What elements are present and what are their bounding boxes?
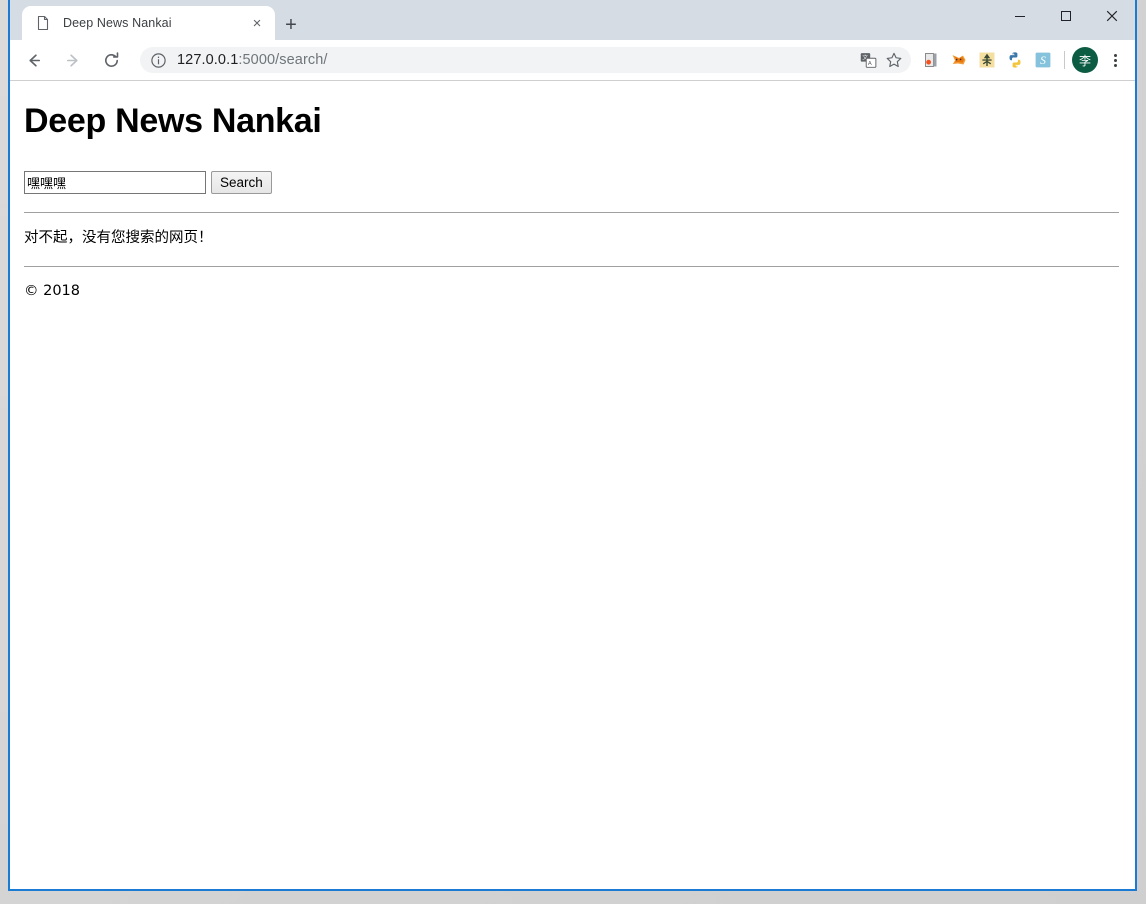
footer-copyright: © 2018 xyxy=(24,283,81,300)
divider-top xyxy=(24,212,1119,214)
fox-extension-icon[interactable] xyxy=(945,45,973,75)
menu-dot xyxy=(1113,58,1117,62)
desktop-background: Deep News Nankai × + 127.0.0.1:5000/sear… xyxy=(0,0,1146,904)
url-path: :5000/search/ xyxy=(238,52,328,68)
page-favicon xyxy=(35,15,51,31)
avatar[interactable]: 李 xyxy=(1072,47,1098,73)
menu-button[interactable] xyxy=(1100,45,1130,75)
window-controls xyxy=(997,0,1135,40)
toolbar-separator xyxy=(1064,51,1065,69)
browser-window: Deep News Nankai × + 127.0.0.1:5000/sear… xyxy=(8,0,1137,891)
menu-dot xyxy=(1113,63,1117,67)
adblock-extension-icon[interactable] xyxy=(917,45,945,75)
address-bar[interactable]: 127.0.0.1:5000/search/ 文 A xyxy=(140,47,911,73)
no-result-message: 对不起，没有您搜索的网页！ xyxy=(24,230,213,247)
arrow-left-icon xyxy=(28,53,40,67)
maximize-icon xyxy=(1061,11,1071,21)
back-button[interactable] xyxy=(19,45,49,75)
yellow-extension-icon[interactable] xyxy=(973,45,1001,75)
info-circle-icon[interactable] xyxy=(150,52,167,69)
tab-strip: Deep News Nankai × + xyxy=(10,0,1135,40)
page-title: Deep News Nankai xyxy=(24,102,322,140)
plus-icon: + xyxy=(285,14,297,36)
translate-icon[interactable]: 文 A xyxy=(855,47,881,73)
tab-title: Deep News Nankai xyxy=(63,16,172,30)
svg-text:S: S xyxy=(1040,55,1046,67)
url-text: 127.0.0.1:5000/search/ xyxy=(177,52,855,68)
star-icon[interactable] xyxy=(881,47,907,73)
avatar-initial: 李 xyxy=(1078,53,1091,68)
maximize-button[interactable] xyxy=(1043,0,1089,32)
browser-tab[interactable]: Deep News Nankai × xyxy=(22,6,275,40)
close-icon[interactable]: × xyxy=(245,11,269,35)
menu-dot xyxy=(1113,53,1117,57)
search-button[interactable]: Search xyxy=(211,171,272,195)
browser-toolbar: 127.0.0.1:5000/search/ 文 A S 李 xyxy=(10,40,1135,81)
arrow-right-icon xyxy=(66,53,78,67)
search-input[interactable] xyxy=(24,171,206,195)
s-extension-icon[interactable]: S xyxy=(1029,45,1057,75)
divider-bottom xyxy=(24,266,1119,268)
new-tab-button[interactable]: + xyxy=(278,12,304,38)
svg-text:A: A xyxy=(867,61,871,67)
minimize-button[interactable] xyxy=(997,0,1043,32)
minimize-icon xyxy=(1015,16,1025,17)
forward-button[interactable] xyxy=(57,45,87,75)
reload-button[interactable] xyxy=(96,45,126,75)
reload-icon xyxy=(104,51,118,67)
close-window-icon xyxy=(1106,10,1118,22)
close-window-button[interactable] xyxy=(1089,0,1135,32)
page-viewport: Deep News Nankai Search 对不起，没有您搜索的网页！ © … xyxy=(10,81,1135,889)
url-host: 127.0.0.1 xyxy=(177,52,239,68)
search-form: Search xyxy=(24,171,1127,195)
python-extension-icon[interactable] xyxy=(1001,45,1029,75)
